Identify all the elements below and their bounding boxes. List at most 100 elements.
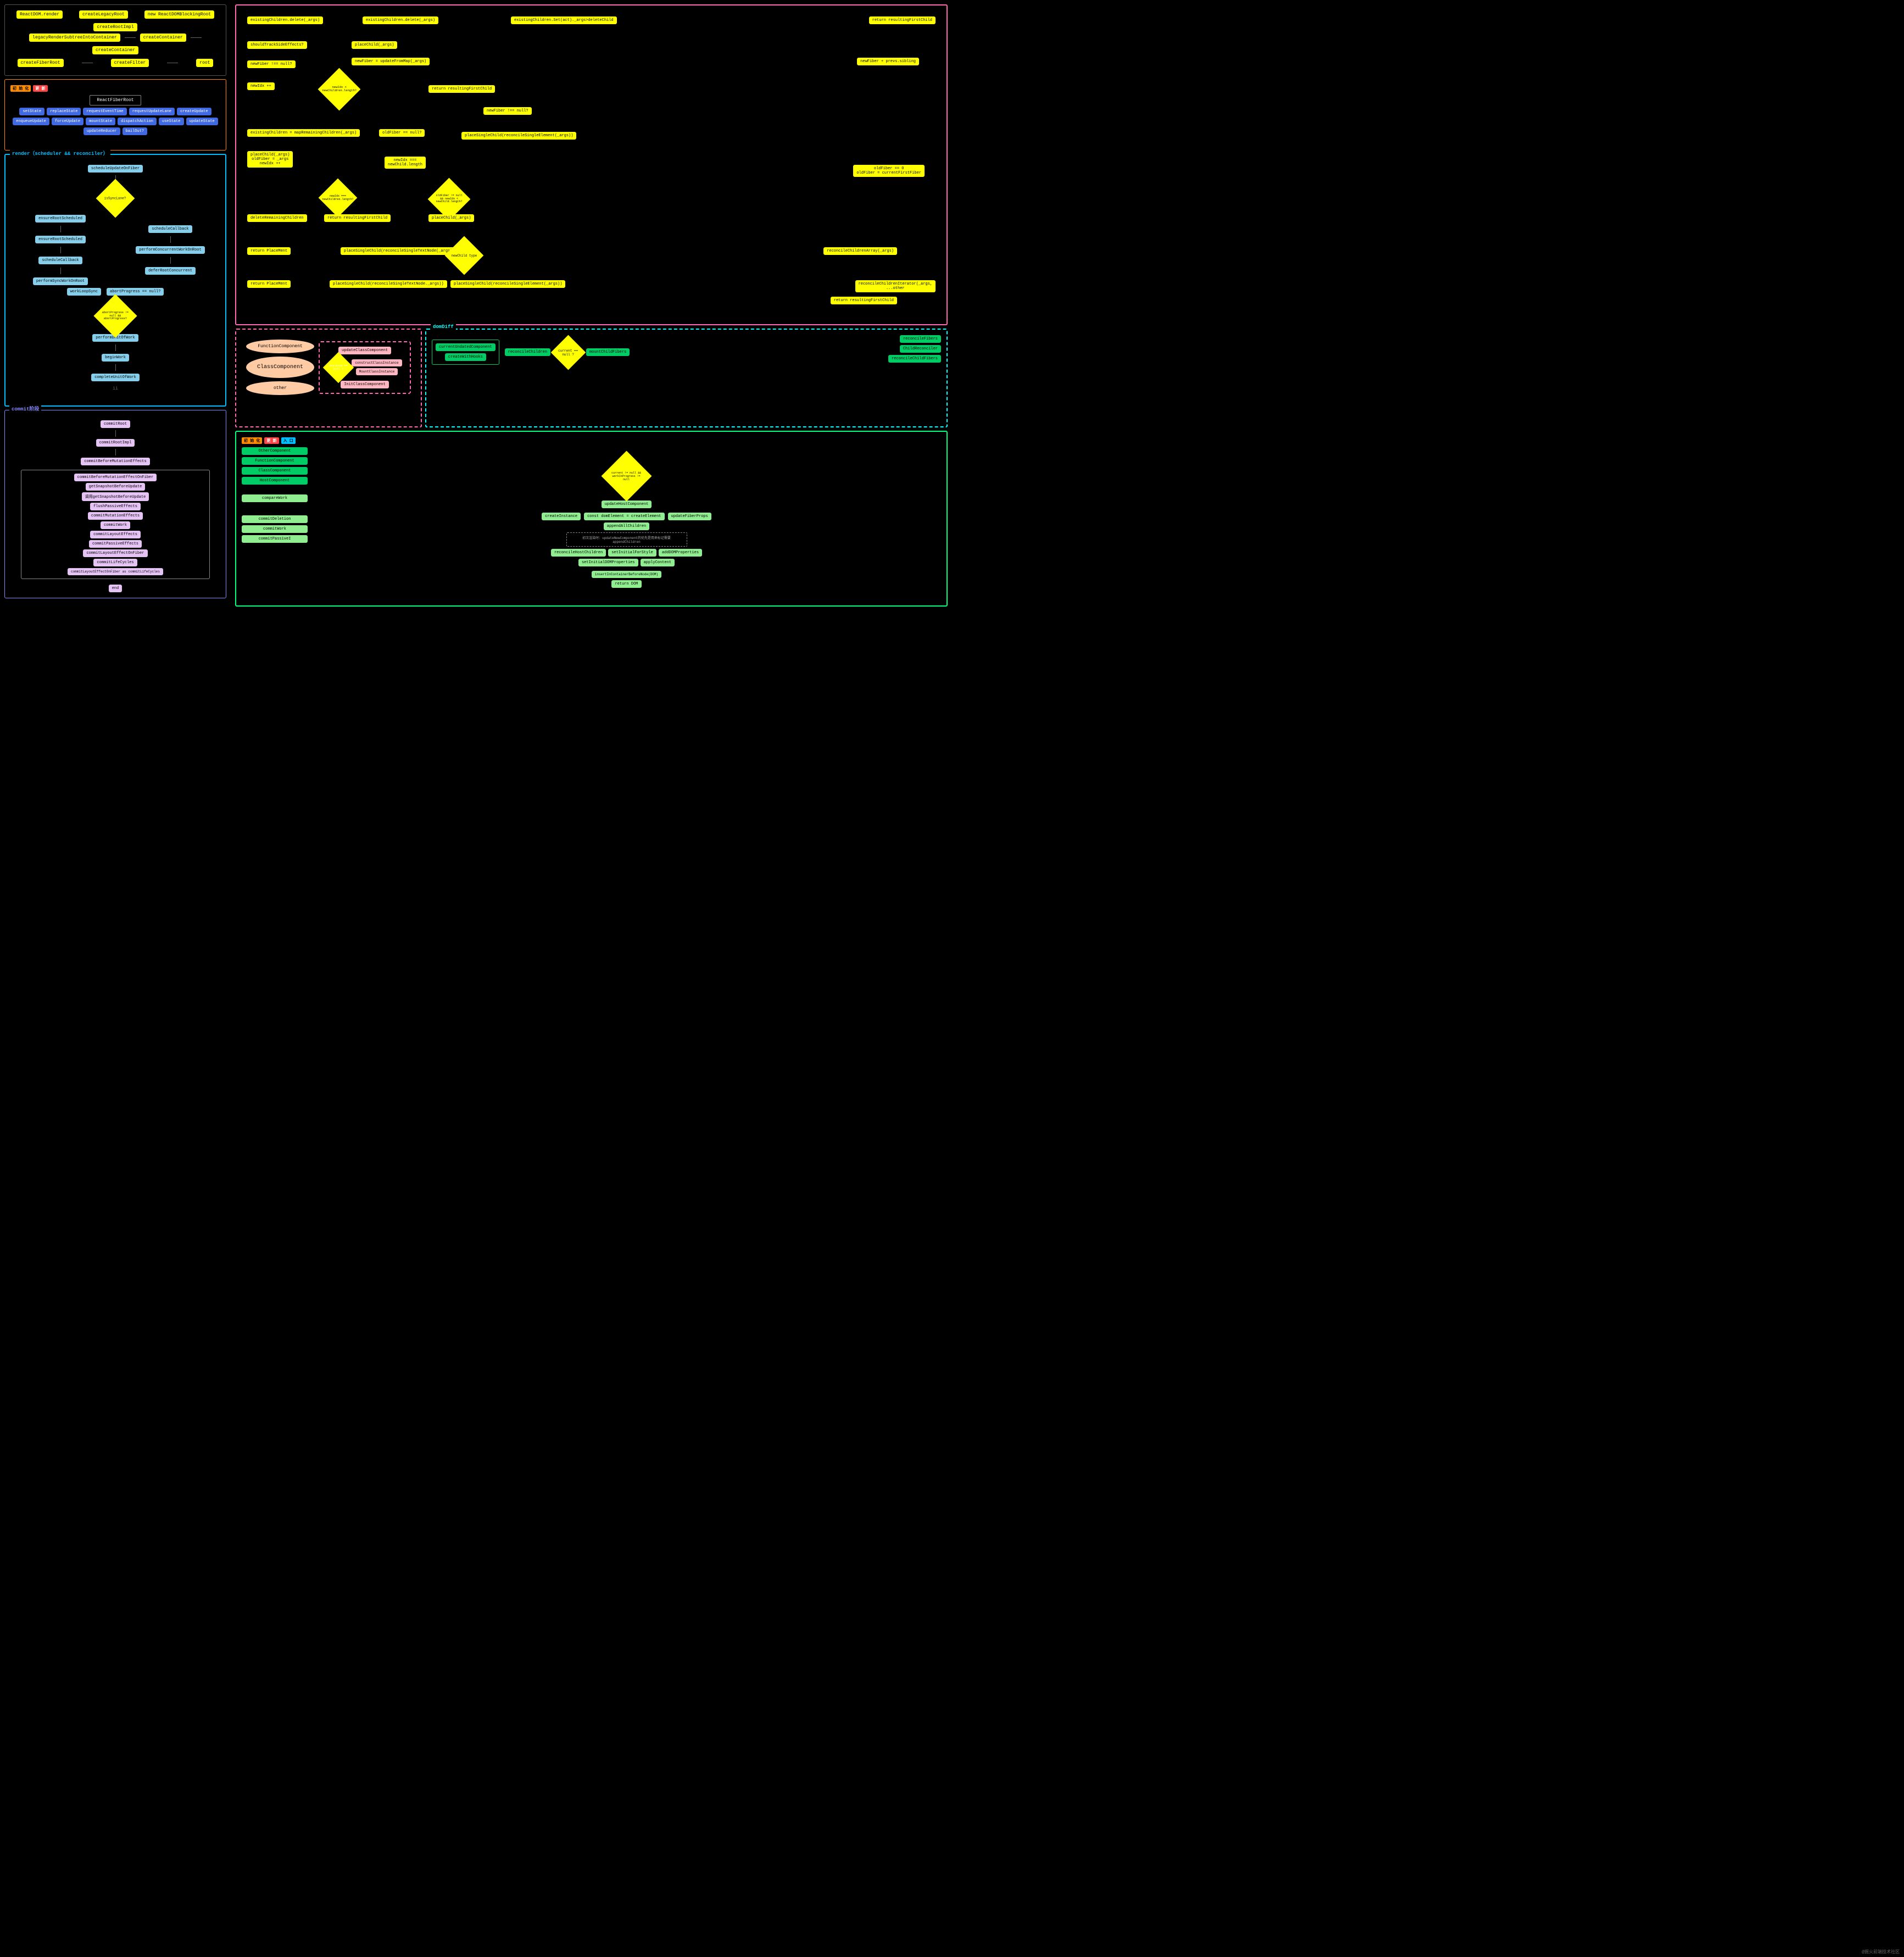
node-perform-sync-work[interactable]: performSyncWorkOnRoot [33, 277, 88, 285]
node-update-host-component[interactable]: updateHostComponent [602, 501, 652, 508]
node-new-root[interactable]: new ReactDOMBlockingRoot [144, 10, 214, 19]
node-replace-state[interactable]: replaceState [47, 108, 81, 115]
node-create-filter[interactable]: createFilter [111, 59, 149, 67]
node-request-update-lane[interactable]: requestUpdateLane [129, 108, 175, 115]
node-add-dom-properties[interactable]: addDOMProperties [659, 549, 702, 557]
node-new-idx-equals[interactable]: newIdx === newChild.length [385, 157, 426, 169]
node-host-component[interactable]: HostComponent [242, 477, 308, 485]
node-new-fiber-update-from-map[interactable]: newFiber = updateFromMap(_args) [352, 58, 430, 65]
node-update-reducer[interactable]: updateReducer [83, 127, 120, 135]
node-begin-work[interactable]: beginWork [102, 354, 129, 362]
node-reconcile-fibers[interactable]: reconcileFibers [900, 335, 941, 343]
node-request-event-time[interactable]: requestEventTime [83, 108, 126, 115]
node-reconcile-child-fibers[interactable]: reconcileChildFibers [888, 355, 941, 363]
node-other[interactable]: other [246, 381, 314, 395]
node-ensure-root-scheduled[interactable]: ensureRootScheduled [35, 215, 86, 223]
node-commit-end[interactable]: end [109, 585, 123, 592]
node-schedule-callback[interactable]: scheduleCallback [38, 257, 82, 264]
node-mount-child-fibers[interactable]: mountChildFibers [586, 348, 630, 356]
node-place-single-text[interactable]: placeSingleChild(reconcileSingleTextNode… [341, 247, 458, 255]
node-commit-layout-root-after[interactable]: commitLayoutEffectOnFiber as commitLifeC… [68, 568, 163, 575]
node-update-fiber-props[interactable]: updateFiberProps [668, 513, 711, 520]
node-get-snapshot[interactable]: getSnapshotBeforeUpdate [86, 483, 146, 491]
node-finalize-props[interactable]: setInitialForStyle [608, 549, 656, 557]
node-bail-out[interactable]: bailOut? [123, 127, 148, 135]
node-init-class[interactable]: InitClassComponent [341, 381, 389, 388]
node-place-single-element-top[interactable]: placeSingleChild(reconcileSingleElement(… [461, 132, 576, 140]
node-dispatch-action[interactable]: dispatchAction [118, 118, 157, 125]
node-new-fiber-not-null2[interactable]: newFiber !== null? [483, 107, 532, 115]
node-commit-work2[interactable]: commitWork [242, 525, 308, 533]
node-compare-work[interactable]: compareWork [242, 494, 308, 502]
node-new-idx-inc[interactable]: newIdx ++ [247, 82, 275, 90]
node-return-dom[interactable]: return DOM [611, 580, 641, 588]
node-create-instance[interactable]: createInstance [542, 513, 581, 520]
node-child-reconciler[interactable]: ChildReconciler [900, 345, 941, 353]
node-create-container2[interactable]: createContainer [92, 46, 138, 54]
node-add-initial-dom[interactable]: setInitialDOMProperties [578, 559, 638, 566]
node-defer-root-concurrent[interactable]: deferRootConcurrent [145, 267, 196, 275]
node-create-legacy-root[interactable]: createLegacyRoot [79, 10, 128, 19]
node-before-snapshot[interactable]: commitBeforeMutationEffectOnFiber [74, 474, 157, 481]
node-place-child-args[interactable]: placeChild(_args) oldFiber = _args newId… [247, 151, 293, 168]
node-return-resulting-first[interactable]: return resultingFirstChild [869, 16, 936, 24]
node-commit-layout-on-fiber[interactable]: commitLayoutEffectOnFiber [83, 549, 147, 557]
node-enqueue-update[interactable]: enqueueUpdate [13, 118, 49, 125]
node-return-resulting4[interactable]: return resultingFirstChild [831, 297, 897, 304]
node-delete-remaining[interactable]: deleteRemainingChildren [247, 214, 307, 222]
node-commit-before-mutation[interactable]: commitBeforeMutationEffects [81, 458, 149, 465]
node-other-component[interactable]: OtherComponent [242, 447, 308, 455]
node-reconcile-children-iterator[interactable]: reconcileChildrenIterator(_args, ...othe… [855, 280, 936, 292]
node-create-root-impl[interactable]: createRootImpl [93, 23, 137, 31]
node-ensure-root-sync[interactable]: ensureRootScheduled [35, 236, 86, 243]
node-return-resulting3[interactable]: return resultingFirstChild [324, 214, 391, 222]
node-place-single-element[interactable]: placeSingleChild(reconcileSingleElement(… [450, 280, 565, 288]
node-create-update[interactable]: createUpdate [177, 108, 211, 115]
node-commit-passive2[interactable]: commitPassiveI [242, 535, 308, 543]
node-existing-remap[interactable]: existingChildren = mapRemainingChildren(… [247, 129, 360, 137]
node-update-class[interactable]: updateClassComponent [338, 347, 391, 354]
node-commit-mutation[interactable]: commitMutationEffects [88, 512, 143, 520]
node-class-component[interactable]: ClassComponent [246, 357, 314, 378]
node-mount-state[interactable]: mountState [86, 118, 115, 125]
node-mount-class[interactable]: MountClassInstance [356, 368, 398, 375]
node-place-child-args2[interactable]: placeChild(_args) [428, 214, 474, 222]
node-root[interactable]: root [196, 59, 213, 67]
node-call-get-snapshot[interactable]: 调用getSnapshotBeforeUpdate [82, 492, 149, 501]
node-commit-root[interactable]: commitRoot [101, 420, 130, 428]
node-existing-delete[interactable]: existingChildren.delete(_args) [247, 16, 323, 24]
node-schedule-callback2[interactable]: scheduleCallback [148, 225, 192, 233]
node-reconcile-children-array[interactable]: reconcileChildrenArray(_args) [823, 247, 897, 255]
node-insert-in-container[interactable]: insertInContainerBeforeNode(DOM) [592, 571, 661, 578]
node-return-placement2[interactable]: return PlaceMent [247, 280, 291, 288]
node-legacy-render[interactable]: legacyRenderSubtreeIntoContainer [29, 34, 120, 42]
node-commit-work[interactable]: commitWork [101, 521, 130, 529]
node-should-track[interactable]: shouldTrackSideEffects? [247, 41, 307, 49]
node-place-single-child-text[interactable]: placeSingleChild(reconcileSingleTextNode… [330, 280, 447, 288]
node-append-all-children[interactable]: appendAllChildren [604, 522, 649, 530]
node-commit-layout[interactable]: commitLayoutEffects [90, 531, 141, 538]
node-update-fiber-args[interactable]: newFiber + prevs.sibling [857, 58, 919, 65]
node-force-update[interactable]: forceUpdate [52, 118, 83, 125]
node-return-placement[interactable]: return PlaceMent [247, 247, 291, 255]
node-function-component2[interactable]: FunctionComponent [242, 457, 308, 465]
node-return-resulting2[interactable]: return resultingFirstChild [428, 85, 495, 93]
node-existing-set-last-act[interactable]: existingChildren.Set(act)._args>deleteCh… [511, 16, 617, 24]
node-old-fiber-null2[interactable]: oldFiber == 0 oldFiber = currentFirstFib… [853, 165, 925, 177]
node-class-component2[interactable]: ClassComponent [242, 467, 308, 475]
node-reconcile-children[interactable]: reconcileChildren [505, 348, 550, 356]
node-create-fiber-root[interactable]: createFiberRoot [18, 59, 64, 67]
node-existing-delete2[interactable]: existingChildren.delete(_args) [363, 16, 438, 24]
node-use-state[interactable]: useState [159, 118, 184, 125]
node-const-dom-element[interactable]: const domElement = createElement [584, 513, 664, 520]
node-apply-content[interactable]: applyContent [641, 559, 675, 566]
node-construct-class[interactable]: constructClassInstance [352, 359, 402, 366]
node-create-container[interactable]: createContainer [140, 34, 186, 42]
node-perform-concurrent[interactable]: performConcurrentWorkOnRoot [136, 246, 204, 254]
node-update-state[interactable]: updateState [186, 118, 218, 125]
node-commit-life-cycles[interactable]: commitLifeCycles [93, 559, 137, 566]
node-old-fiber-is-null[interactable]: oldFiber == null? [379, 129, 425, 137]
node-complete-unit[interactable]: completeUnitOfWork [91, 374, 140, 381]
node-new-fiber-not-null[interactable]: newFiber !== null? [247, 60, 296, 68]
node-commit-deletion[interactable]: commitDeletion [242, 515, 308, 523]
